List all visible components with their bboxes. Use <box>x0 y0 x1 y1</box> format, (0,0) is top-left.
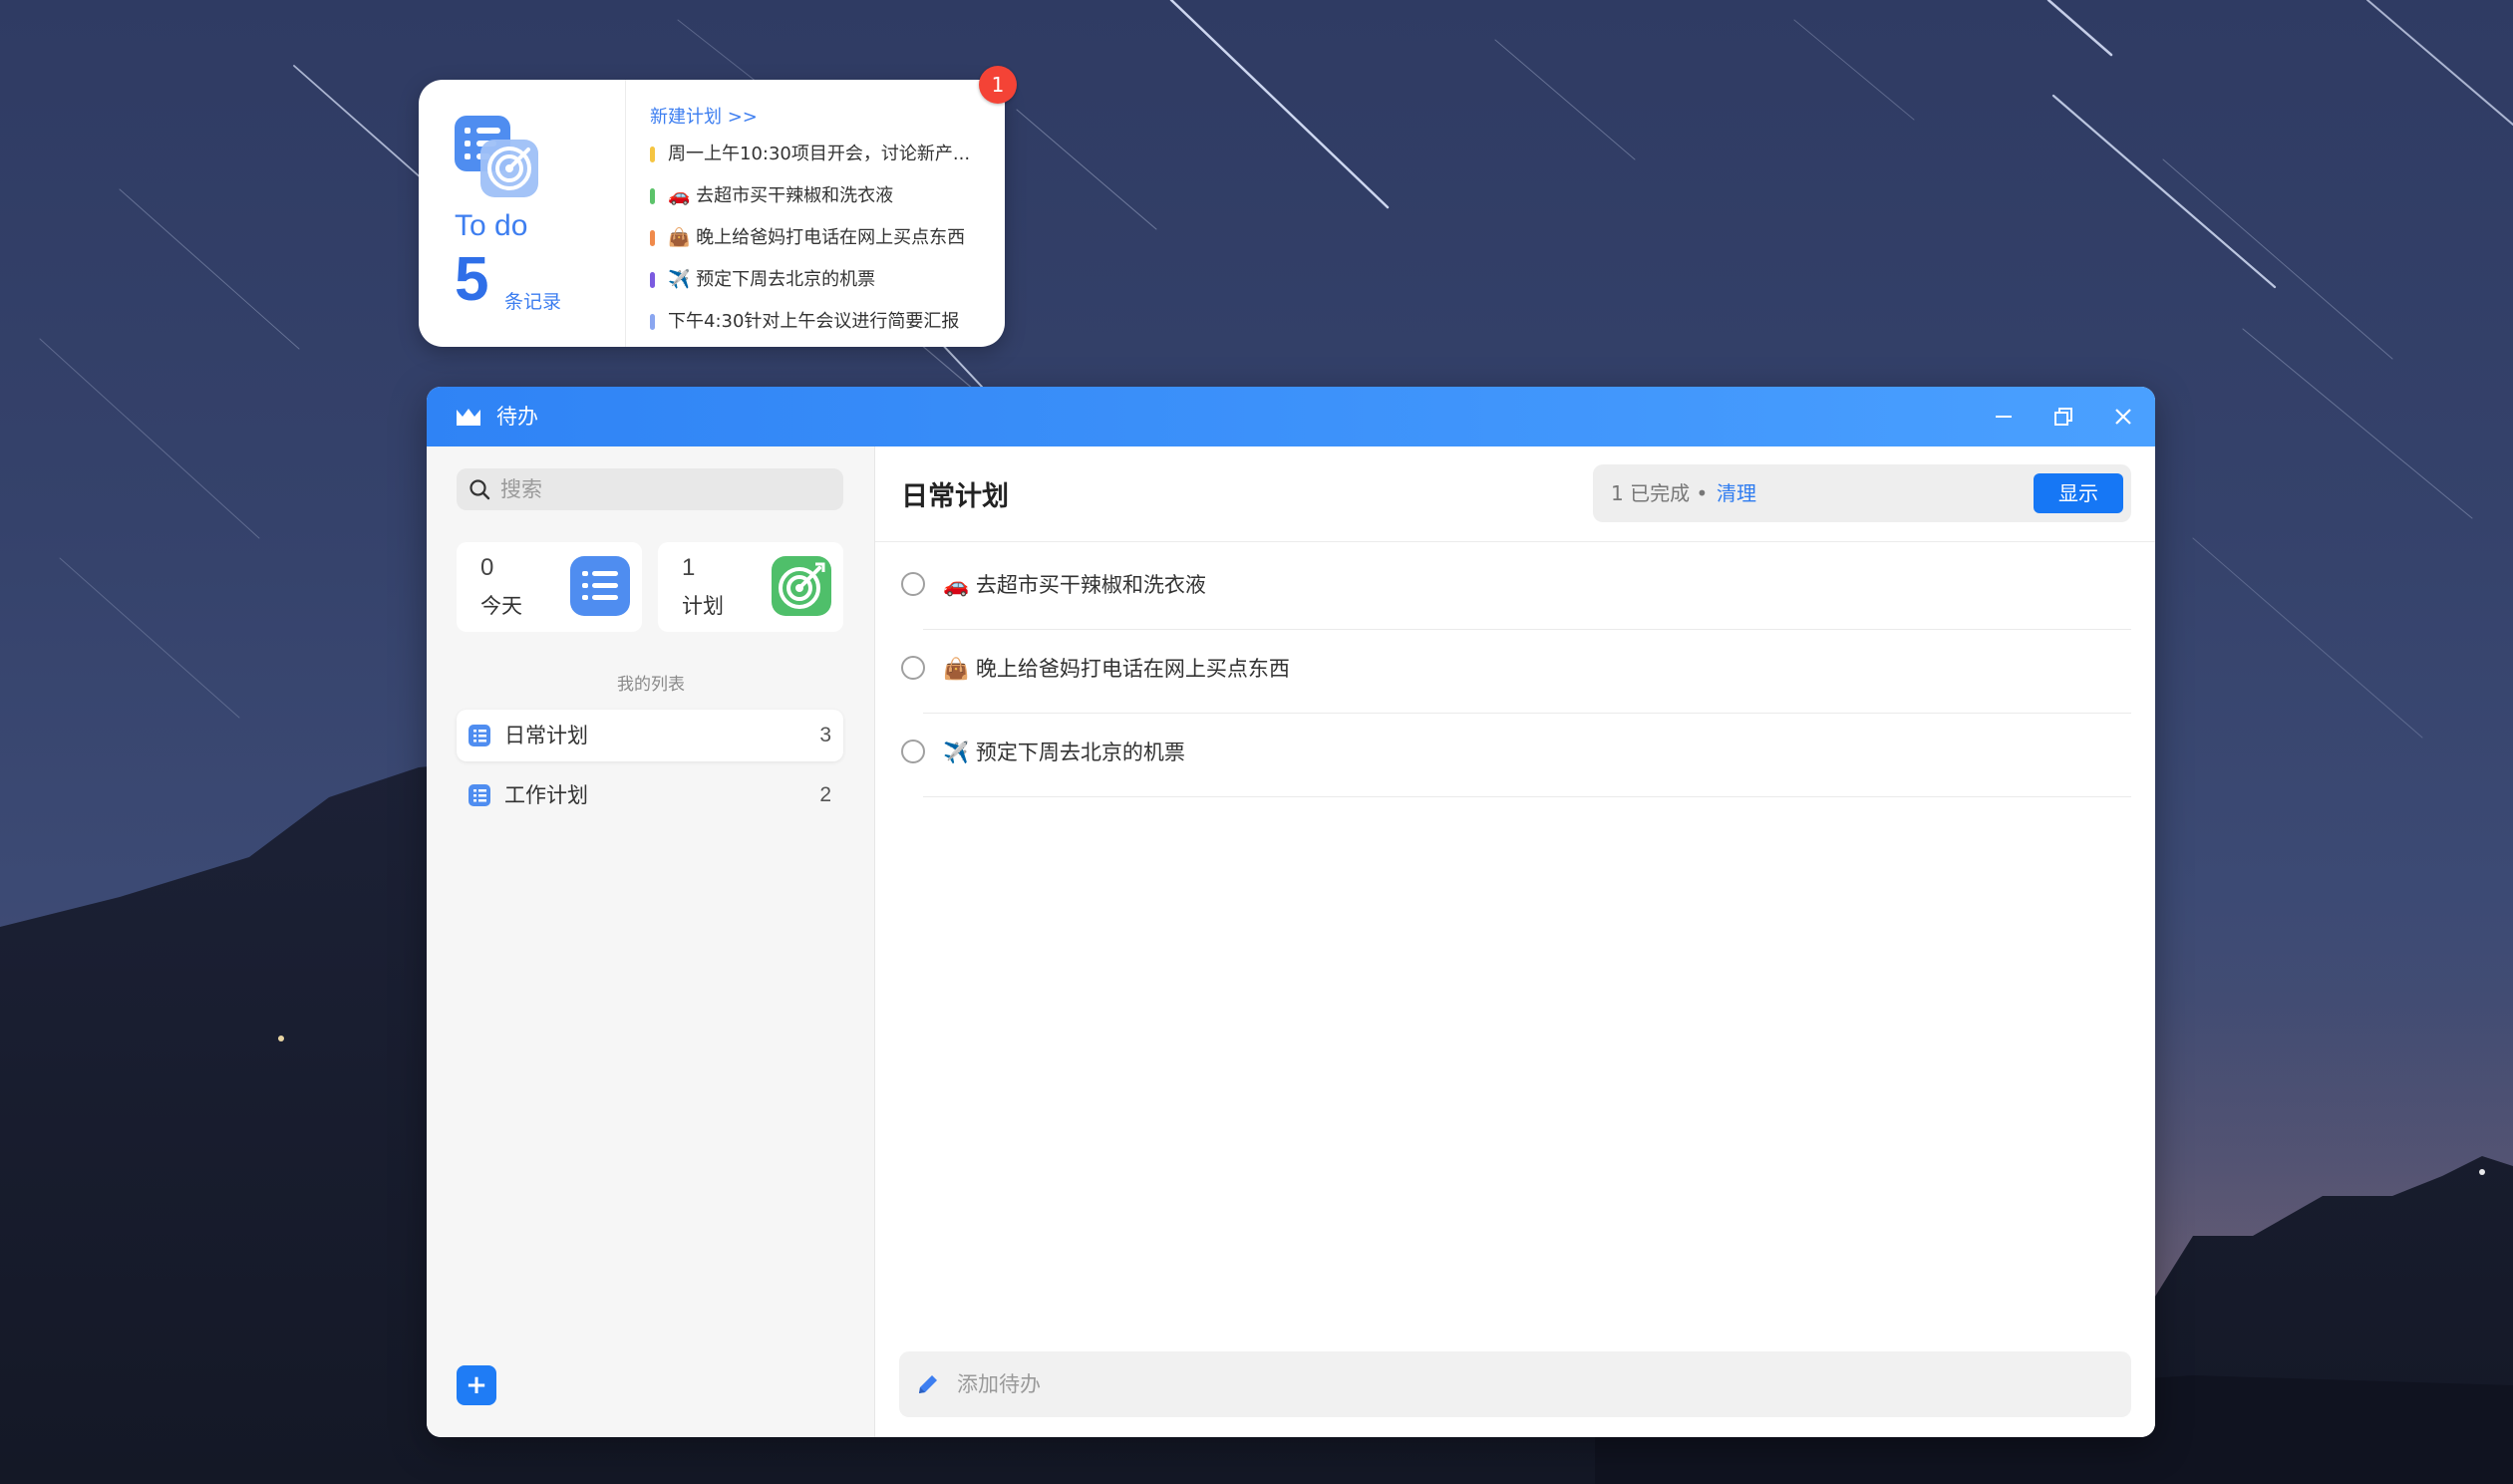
task-checkbox[interactable] <box>901 572 925 596</box>
list-icon <box>469 725 490 746</box>
todo-app-icon <box>455 116 538 197</box>
task-row[interactable]: ✈️ 预定下周去北京的机票 <box>875 714 2155 797</box>
widget-count: 5 <box>455 245 489 314</box>
stat-count: 1 <box>682 554 696 581</box>
widget-item-text: ✈️ 预定下周去北京的机票 <box>668 269 876 290</box>
widget-summary: To do 5 条记录 <box>419 80 626 347</box>
completed-bar: 1 已完成 • 清理 显示 <box>1593 464 2131 522</box>
color-bar <box>650 188 655 204</box>
widget-item-text: 下午4:30针对上午会议进行简要汇报 <box>668 311 960 332</box>
widget-item[interactable]: 周一上午10:30项目开会，讨论新产... <box>650 134 989 175</box>
stat-label: 计划 <box>682 594 724 618</box>
section-label-my-lists: 我的列表 <box>617 675 685 695</box>
task-text: 🚗 去超市买干辣椒和洗衣液 <box>943 573 1206 597</box>
sidebar-item-daily-plan[interactable]: 日常计划 3 <box>457 710 843 761</box>
close-icon <box>2115 409 2131 425</box>
color-bar <box>650 230 655 246</box>
widget-item-text: 👜 晚上给爸妈打电话在网上买点东西 <box>668 227 966 248</box>
main-panel: 日常计划 1 已完成 • 清理 显示 🚗 去超市买干辣椒和洗衣液 👜 晚上给爸妈… <box>875 446 2155 1437</box>
widget-title: To do <box>455 209 528 242</box>
task-text: ✈️ 预定下周去北京的机票 <box>943 741 1185 764</box>
sidebar-item-label: 日常计划 <box>504 724 588 747</box>
widget-item[interactable]: 下午4:30针对上午会议进行简要汇报 <box>650 301 989 343</box>
widget-item[interactable]: ✈️ 预定下周去北京的机票 <box>650 259 989 301</box>
widget-task-list: 新建计划 >> 周一上午10:30项目开会，讨论新产... 🚗 去超市买干辣椒和… <box>650 102 989 343</box>
task-checkbox[interactable] <box>901 656 925 680</box>
stat-card-today[interactable]: 0 今天 <box>457 542 642 632</box>
divider <box>923 796 2131 797</box>
task-checkbox[interactable] <box>901 740 925 763</box>
main-header: 日常计划 1 已完成 • 清理 显示 <box>875 446 2155 542</box>
stat-card-plan[interactable]: 1 计划 <box>658 542 843 632</box>
window-title: 待办 <box>496 405 538 429</box>
stat-label: 今天 <box>480 594 522 618</box>
target-icon <box>772 556 831 616</box>
show-completed-button[interactable]: 显示 <box>2034 473 2123 513</box>
widget-item[interactable]: 🚗 去超市买干辣椒和洗衣液 <box>650 175 989 217</box>
minimize-button[interactable] <box>1986 399 2022 435</box>
task-row[interactable]: 🚗 去超市买干辣椒和洗衣液 <box>875 546 2155 630</box>
add-list-button[interactable]: + <box>457 1365 496 1405</box>
search-box[interactable] <box>457 468 843 510</box>
page-title: 日常计划 <box>901 481 1009 512</box>
sidebar: 0 今天 1 计划 我的列表 <box>427 446 875 1437</box>
list-icon <box>469 784 490 806</box>
task-row[interactable]: 👜 晚上给爸妈打电话在网上买点东西 <box>875 630 2155 714</box>
notification-badge: 1 <box>979 66 1017 104</box>
todo-widget[interactable]: To do 5 条记录 新建计划 >> 周一上午10:30项目开会，讨论新产..… <box>419 80 1005 347</box>
sidebar-item-count: 2 <box>819 783 831 806</box>
search-input[interactable] <box>500 468 829 510</box>
widget-item-text: 周一上午10:30项目开会，讨论新产... <box>668 144 971 164</box>
todo-window: 待办 0 今 <box>427 387 2155 1437</box>
restore-button[interactable] <box>2045 399 2081 435</box>
color-bar <box>650 314 655 330</box>
title-bar[interactable]: 待办 <box>427 387 2155 446</box>
app-logo-icon <box>457 409 480 426</box>
completed-count: 1 已完成 • <box>1611 481 1709 505</box>
add-task-input[interactable] <box>957 1351 2103 1417</box>
color-bar <box>650 147 655 162</box>
pencil-icon <box>919 1375 937 1393</box>
restore-icon <box>2054 408 2072 426</box>
close-button[interactable] <box>2105 399 2141 435</box>
search-icon <box>470 479 490 500</box>
color-bar <box>650 272 655 288</box>
minimize-icon <box>1996 416 2012 418</box>
add-task-box[interactable] <box>899 1351 2131 1417</box>
clean-link[interactable]: 清理 <box>1717 464 1756 522</box>
list-icon <box>570 556 630 616</box>
stat-count: 0 <box>480 554 494 581</box>
widget-item[interactable]: 👜 晚上给爸妈打电话在网上买点东西 <box>650 217 989 259</box>
sidebar-item-label: 工作计划 <box>504 783 588 807</box>
sidebar-item-work-plan[interactable]: 工作计划 2 <box>457 769 843 821</box>
new-plan-link[interactable]: 新建计划 >> <box>650 102 989 134</box>
task-text: 👜 晚上给爸妈打电话在网上买点东西 <box>943 657 1290 681</box>
sidebar-item-count: 3 <box>819 724 831 746</box>
widget-item-text: 🚗 去超市买干辣椒和洗衣液 <box>668 185 894 206</box>
widget-count-label: 条记录 <box>504 291 562 313</box>
